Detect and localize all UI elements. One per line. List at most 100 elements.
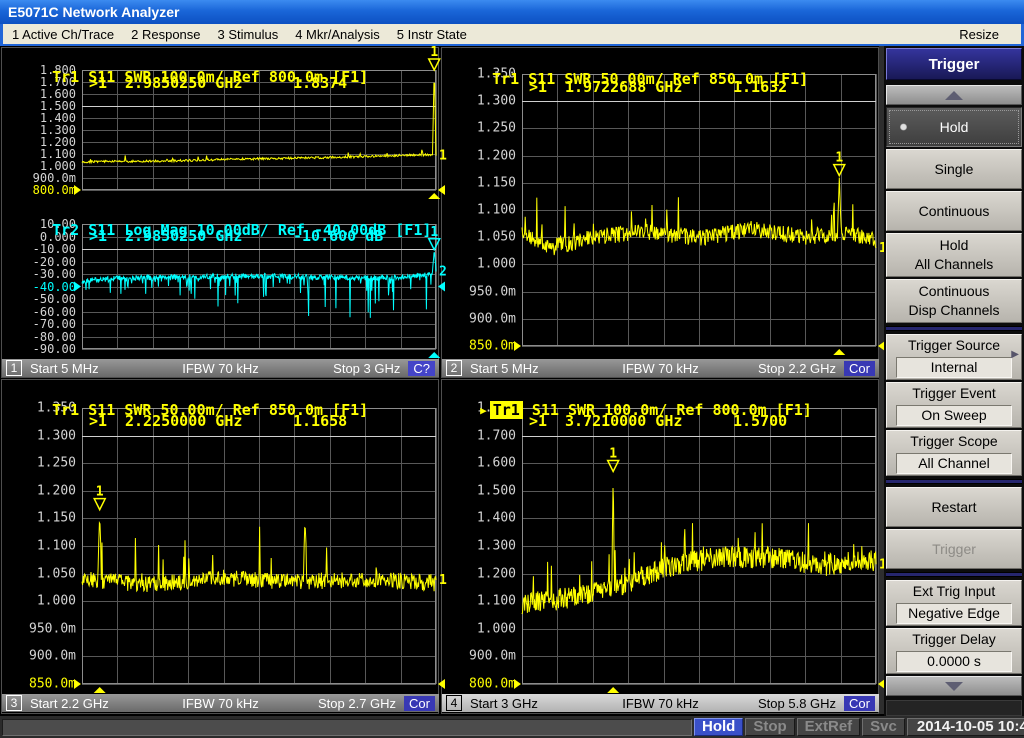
trace-plot-svg: 11 [522, 74, 876, 346]
y-axis-label: 800.0m [446, 678, 516, 691]
marker-frequency: 2.2250000 GHz [125, 412, 293, 430]
softkey-value: All Channel [896, 453, 1012, 474]
y-axis-label: 950.0m [446, 285, 516, 298]
y-axis-label: -40.00 [6, 281, 76, 293]
channel-number: 2 [446, 360, 462, 376]
softkey-continuous-disp-channels[interactable]: Continuous Disp Channels [886, 279, 1022, 323]
channel-bar-2[interactable]: 2 Start 5 MHz IFBW 70 kHz Stop 2.2 GHz C… [442, 359, 879, 377]
softkey-value: On Sweep [896, 405, 1012, 426]
radio-dot-icon [900, 124, 907, 131]
chevron-down-icon [945, 682, 963, 691]
softkey-restart[interactable]: Restart [886, 487, 1022, 527]
y-axis-label: 900.0m [446, 650, 516, 663]
status-bar: Hold Stop ExtRef Svc 2014-10-05 10:40 [0, 716, 1024, 738]
softkey-trigger-scope[interactable]: Trigger Scope All Channel [886, 430, 1022, 476]
trace-label[interactable]: Tr1 [52, 68, 79, 86]
softkey-value: 0.0000 s [896, 651, 1012, 672]
y-axis-label: 800.0m [6, 184, 76, 196]
channel-number: 1 [6, 360, 22, 376]
marker-frequency: 1.9722688 GHz [565, 78, 733, 96]
softkey-label-line2: All Channels [915, 255, 994, 274]
softkey-label: Trigger Delay [912, 630, 996, 649]
softkey-sidebar: Trigger Hold Single Continuous Hold All … [884, 46, 1024, 716]
channel-bar-4-active[interactable]: 4 Start 3 GHz IFBW 70 kHz Stop 5.8 GHz C… [442, 694, 879, 712]
y-axis-label: 1.100 [446, 204, 516, 217]
softkey-single[interactable]: Single [886, 149, 1022, 189]
y-axis-label: 900.0m [446, 312, 516, 325]
marker-value: 1.8374 [293, 74, 347, 92]
softkey-hold-all-channels[interactable]: Hold All Channels [886, 233, 1022, 277]
trace-label[interactable]: Tr2 [52, 221, 79, 239]
y-axis-label: 1.600 [446, 457, 516, 470]
trace-label[interactable]: Tr1 [492, 70, 519, 88]
active-trace-label[interactable]: Tr1 [490, 401, 523, 419]
y-axis-label: 1.250 [6, 457, 76, 470]
marker-value: 1.5700 [733, 412, 787, 430]
marker-readout-ch2: >11.9722688 GHz1.1632 [529, 78, 787, 96]
softkey-separator [886, 326, 1022, 331]
y-axis-label: 900.0m [6, 650, 76, 663]
title-bar: E5071C Network Analyzer [0, 0, 1024, 24]
y-axis-label: 1.200 [6, 484, 76, 497]
scroll-down-button[interactable] [886, 676, 1022, 696]
softkey-label-line2: Disp Channels [908, 301, 999, 320]
softkey-hold[interactable]: Hold [886, 107, 1022, 147]
softkey-label: Trigger Source [908, 336, 1000, 355]
softkey-value: Internal [896, 357, 1012, 378]
softkey-trigger-delay[interactable]: Trigger Delay 0.0000 s [886, 628, 1022, 674]
scroll-up-button[interactable] [886, 85, 1022, 105]
menu-item-mkr-analysis[interactable]: 4 Mkr/Analysis [290, 27, 392, 42]
channel-bar-3[interactable]: 3 Start 2.2 GHz IFBW 70 kHz Stop 2.7 GHz… [2, 694, 439, 712]
channel-stop: Stop 2.7 GHz [318, 696, 396, 711]
y-axis-label: 1.400 [446, 512, 516, 525]
menu-item-response[interactable]: 2 Response [126, 27, 212, 42]
y-axis-label: 1.500 [446, 484, 516, 497]
channel-bar-1[interactable]: 1 Start 5 MHz IFBW 70 kHz Stop 3 GHz C? [2, 359, 439, 377]
channel-start: Start 3 GHz [470, 696, 538, 711]
marker-triangle[interactable] [834, 165, 845, 176]
trace-plot-svg: 11 [82, 408, 436, 684]
window-title: E5071C Network Analyzer [8, 4, 179, 20]
channel-start: Start 5 MHz [30, 361, 99, 376]
submenu-arrow-icon: ▶ [1011, 345, 1019, 364]
status-message-panel [2, 719, 692, 736]
y-axis-label: 1.100 [6, 540, 76, 553]
marker-number: 1 [430, 225, 438, 240]
marker-triangle[interactable] [608, 460, 619, 471]
trace-label[interactable]: Tr1 [52, 401, 79, 419]
menu-bar: 1 Active Ch/Trace 2 Response 3 Stimulus … [3, 24, 1021, 44]
y-axis-label: 1.000 [446, 258, 516, 271]
y-axis-label: 850.0m [6, 678, 76, 691]
softkey-trigger-event[interactable]: Trigger Event On Sweep [886, 382, 1022, 428]
status-datetime: 2014-10-05 10:40 [907, 718, 1024, 736]
menu-item-resize[interactable]: Resize [954, 27, 1011, 42]
marker-triangle[interactable] [94, 499, 105, 510]
y-axis-label: 1.050 [6, 567, 76, 580]
y-axis-label: -50.00 [6, 293, 76, 305]
channel-number: 3 [6, 695, 22, 711]
status-hold-indicator: Hold [694, 718, 743, 736]
marker-readout-ch1-tr2: >12.9850250 GHz-10.600 dB [89, 227, 383, 245]
menu-item-instr-state[interactable]: 5 Instr State [392, 27, 479, 42]
softkey-ext-trig-input[interactable]: Ext Trig Input Negative Edge [886, 580, 1022, 626]
status-extref-indicator: ExtRef [797, 718, 861, 736]
softkey-trigger-source[interactable]: Trigger Source Internal ▶ [886, 334, 1022, 380]
y-axis-label: -90.00 [6, 343, 76, 355]
y-axis-label: 1.200 [446, 149, 516, 162]
menu-item-active-ch-trace[interactable]: 1 Active Ch/Trace [7, 27, 126, 42]
softkey-label: Continuous [919, 202, 990, 221]
softkey-continuous[interactable]: Continuous [886, 191, 1022, 231]
marker-select: >1 [529, 412, 565, 430]
y-axis-label: 950.0m [6, 622, 76, 635]
plot-ch3[interactable]: 11 [82, 408, 436, 684]
plot-ch2[interactable]: 11 [522, 74, 876, 346]
plot-ch4[interactable]: 11 [522, 408, 876, 684]
marker-readout-ch4: >13.7210000 GHz1.5700 [529, 412, 787, 430]
trace-plot-svg: 11 [522, 408, 876, 684]
softkey-label: Single [935, 160, 974, 179]
y-axis-label: 1.100 [446, 595, 516, 608]
y-axis-label: -30.00 [6, 268, 76, 280]
menu-item-stimulus[interactable]: 3 Stimulus [213, 27, 291, 42]
marker-select: >1 [89, 227, 125, 245]
y-axis-label: -60.00 [6, 306, 76, 318]
